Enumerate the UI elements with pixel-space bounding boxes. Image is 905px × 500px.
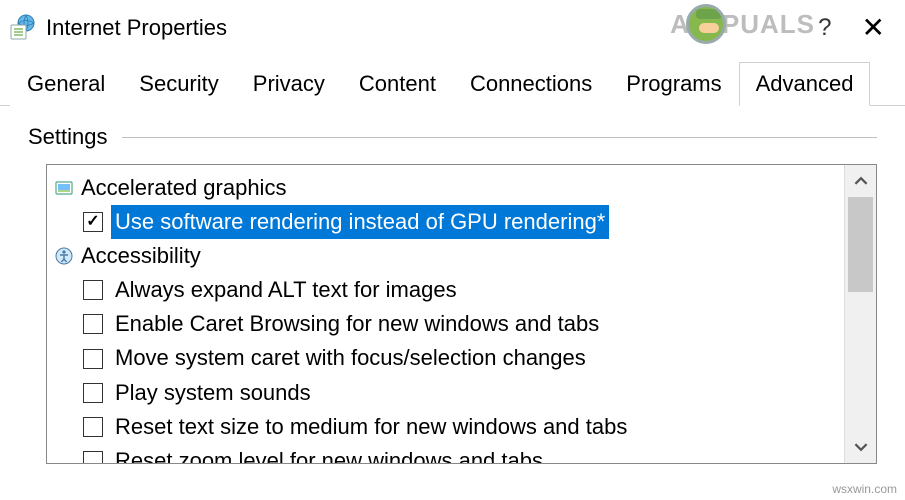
tab-privacy[interactable]: Privacy	[236, 62, 342, 106]
footer-source: wsxwin.com	[832, 482, 897, 496]
item-label: Use software rendering instead of GPU re…	[111, 205, 609, 239]
close-button[interactable]: ✕	[862, 11, 885, 44]
tab-body: Settings Accelerated graphics Use softwa…	[0, 106, 905, 464]
section-header: Settings	[28, 124, 877, 150]
tab-security[interactable]: Security	[122, 62, 235, 106]
group-accessibility[interactable]: Accessibility	[49, 239, 842, 273]
section-label: Settings	[28, 124, 108, 150]
item-label: Play system sounds	[111, 376, 315, 410]
item-label: Move system caret with focus/selection c…	[111, 341, 590, 375]
tab-connections[interactable]: Connections	[453, 62, 609, 106]
checkbox[interactable]	[83, 280, 103, 300]
scrollbar[interactable]	[844, 165, 876, 463]
item-label: Reset zoom level for new windows and tab…	[111, 444, 547, 463]
window-title: Internet Properties	[46, 15, 227, 41]
item-label: Enable Caret Browsing for new windows an…	[111, 307, 603, 341]
item-system-sounds[interactable]: Play system sounds	[49, 376, 842, 410]
scroll-down-button[interactable]	[845, 431, 876, 463]
group-label: Accessibility	[81, 239, 201, 273]
accessibility-icon	[55, 247, 73, 265]
help-button[interactable]: ?	[818, 14, 831, 42]
checkbox[interactable]	[83, 451, 103, 463]
item-reset-text-size[interactable]: Reset text size to medium for new window…	[49, 410, 842, 444]
window-controls: ? ✕	[818, 11, 897, 44]
item-system-caret[interactable]: Move system caret with focus/selection c…	[49, 341, 842, 375]
tab-content[interactable]: Content	[342, 62, 453, 106]
internet-options-icon	[8, 14, 36, 42]
tab-general[interactable]: General	[10, 62, 122, 106]
graphics-icon	[55, 179, 73, 197]
checkbox[interactable]	[83, 349, 103, 369]
item-reset-zoom[interactable]: Reset zoom level for new windows and tab…	[49, 444, 842, 463]
checkbox[interactable]	[83, 314, 103, 334]
scroll-thumb[interactable]	[848, 197, 873, 292]
checkbox[interactable]	[83, 383, 103, 403]
item-alt-text[interactable]: Always expand ALT text for images	[49, 273, 842, 307]
checkbox[interactable]	[83, 417, 103, 437]
titlebar: Internet Properties ? ✕	[0, 0, 905, 55]
item-label: Reset text size to medium for new window…	[111, 410, 631, 444]
item-software-rendering[interactable]: Use software rendering instead of GPU re…	[49, 205, 842, 239]
list-content: Accelerated graphics Use software render…	[47, 165, 844, 463]
scroll-track[interactable]	[845, 197, 876, 431]
tab-programs[interactable]: Programs	[609, 62, 738, 106]
item-caret-browsing[interactable]: Enable Caret Browsing for new windows an…	[49, 307, 842, 341]
tab-strip: General Security Privacy Content Connect…	[0, 61, 905, 106]
item-label: Always expand ALT text for images	[111, 273, 461, 307]
group-accelerated-graphics[interactable]: Accelerated graphics	[49, 171, 842, 205]
settings-listbox[interactable]: Accelerated graphics Use software render…	[46, 164, 877, 464]
group-label: Accelerated graphics	[81, 171, 286, 205]
scroll-up-button[interactable]	[845, 165, 876, 197]
tab-advanced[interactable]: Advanced	[739, 62, 871, 106]
checkbox[interactable]	[83, 212, 103, 232]
divider	[122, 137, 878, 138]
